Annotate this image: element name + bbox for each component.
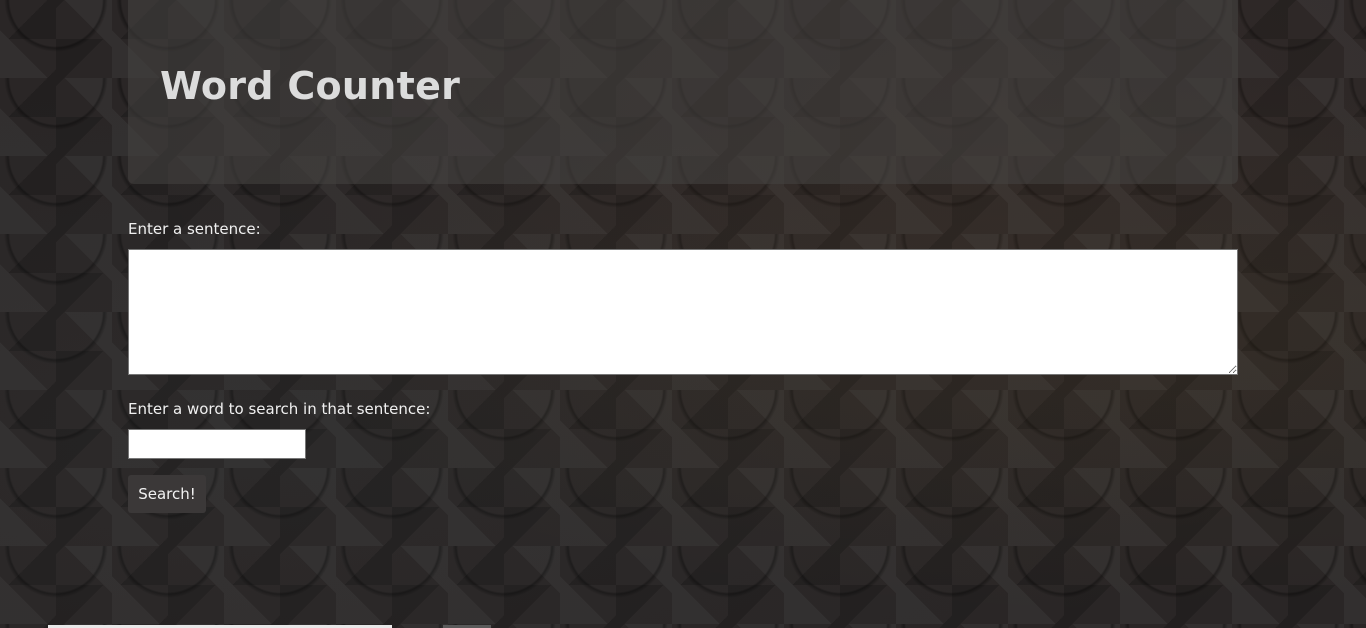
sentence-label: Enter a sentence: <box>128 220 261 238</box>
sentence-textarea[interactable] <box>128 249 1238 375</box>
word-input[interactable] <box>128 429 306 459</box>
search-button[interactable]: Search! <box>128 475 206 513</box>
header-panel: Word Counter <box>128 0 1238 184</box>
word-label: Enter a word to search in that sentence: <box>128 400 431 418</box>
main-container: Word Counter Enter a sentence: Enter a w… <box>128 0 1238 513</box>
page-title: Word Counter <box>160 64 461 108</box>
